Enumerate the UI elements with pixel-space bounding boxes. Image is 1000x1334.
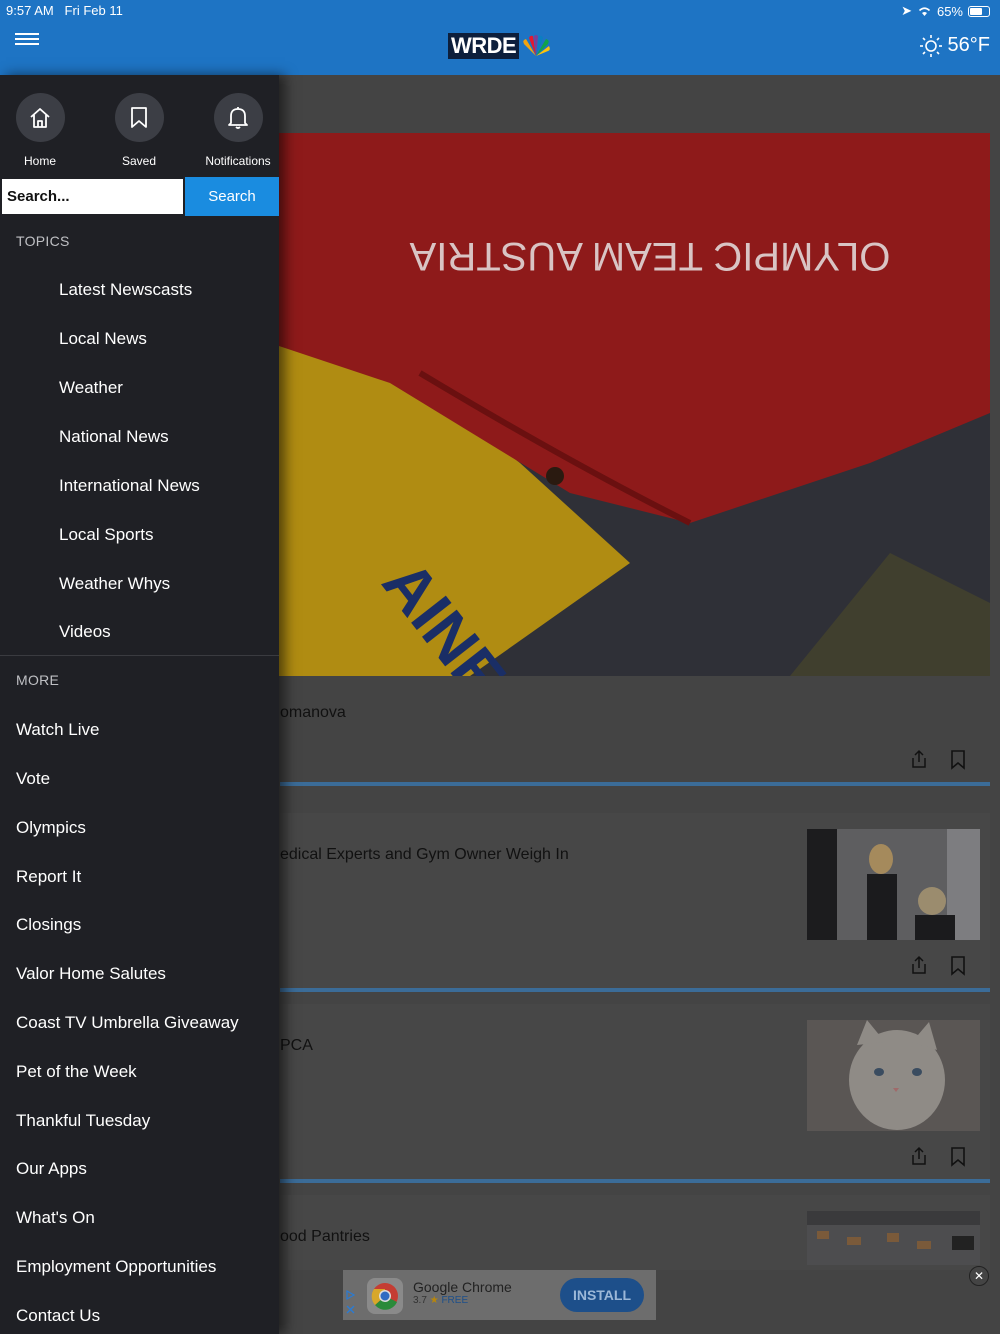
- station-logo: WRDE: [448, 33, 551, 59]
- more-umbrella-giveaway[interactable]: Coast TV Umbrella Giveaway: [16, 1013, 239, 1033]
- story-title[interactable]: edical Experts and Gym Owner Weigh In: [280, 846, 569, 864]
- notifications-button[interactable]: Notifications: [193, 93, 279, 168]
- ad-rating: 3.7 ★ FREE: [413, 1295, 469, 1306]
- install-button[interactable]: INSTALL: [560, 1278, 644, 1312]
- story-thumbnail[interactable]: [807, 1211, 980, 1265]
- card-divider: [280, 988, 990, 992]
- star-icon: ★: [429, 1295, 439, 1306]
- story-title[interactable]: ood Pantries: [280, 1228, 370, 1246]
- nav-drawer: Home Saved Notifications Search TOPICS L…: [0, 75, 279, 1334]
- more-closings[interactable]: Closings: [16, 915, 81, 935]
- bookmark-icon[interactable]: [949, 1147, 967, 1167]
- app-header: 9:57 AM Fri Feb 11 ➤ 65% WRDE 56°F: [0, 0, 1000, 75]
- topic-weather[interactable]: Weather: [59, 378, 123, 398]
- topic-local-news[interactable]: Local News: [59, 329, 147, 349]
- location-icon: ➤: [901, 3, 912, 18]
- bookmark-icon[interactable]: [949, 956, 967, 976]
- ad-app-name: Google Chrome: [413, 1279, 512, 1295]
- story-title[interactable]: PCA: [280, 1037, 313, 1055]
- story-thumbnail[interactable]: [807, 829, 980, 940]
- section-divider: [0, 655, 279, 656]
- bell-icon: [228, 106, 248, 129]
- weather-widget[interactable]: 56°F: [919, 34, 990, 57]
- bookmark-icon: [131, 106, 147, 128]
- close-ad-icon[interactable]: ✕: [969, 1266, 989, 1286]
- topic-latest-newscasts[interactable]: Latest Newscasts: [59, 280, 192, 300]
- story-title[interactable]: omanova: [280, 704, 346, 722]
- card-divider: [280, 1179, 990, 1183]
- battery-percent: 65%: [936, 3, 963, 19]
- more-pet-of-the-week[interactable]: Pet of the Week: [16, 1062, 137, 1082]
- more-watch-live[interactable]: Watch Live: [16, 720, 99, 740]
- more-thankful-tuesday[interactable]: Thankful Tuesday: [16, 1111, 150, 1131]
- topic-national-news[interactable]: National News: [59, 427, 169, 447]
- peacock-icon: [523, 35, 551, 56]
- sun-icon: [919, 34, 942, 57]
- topics-heading: TOPICS: [16, 233, 70, 249]
- chrome-icon: [367, 1278, 403, 1314]
- share-icon[interactable]: [910, 955, 928, 975]
- share-icon[interactable]: [910, 749, 928, 769]
- more-olympics[interactable]: Olympics: [16, 818, 86, 838]
- topic-international-news[interactable]: International News: [59, 476, 200, 496]
- status-time: 9:57 AM Fri Feb 11: [6, 3, 123, 18]
- adchoices-icon[interactable]: [346, 1290, 356, 1316]
- topic-weather-whys[interactable]: Weather Whys: [59, 574, 170, 594]
- ad-banner[interactable]: Google Chrome 3.7 ★ FREE INSTALL: [343, 1270, 656, 1320]
- hero-image[interactable]: OLYMPIC TEAM AUSTRIA AINE: [270, 133, 990, 676]
- more-contact-us[interactable]: Contact Us: [16, 1306, 100, 1326]
- bookmark-icon[interactable]: [949, 750, 967, 770]
- menu-icon[interactable]: [15, 30, 39, 50]
- olympic-apparel-photo: OLYMPIC TEAM AUSTRIA AINE: [270, 133, 990, 676]
- card-divider: [280, 782, 990, 786]
- topic-videos[interactable]: Videos: [59, 622, 111, 642]
- story-thumbnail[interactable]: [807, 1020, 980, 1131]
- share-icon[interactable]: [910, 1146, 928, 1166]
- more-whats-on[interactable]: What's On: [16, 1208, 95, 1228]
- wifi-icon: [918, 6, 931, 16]
- battery-icon: [968, 5, 990, 17]
- more-vote[interactable]: Vote: [16, 769, 50, 789]
- more-employment[interactable]: Employment Opportunities: [16, 1257, 216, 1277]
- search-input[interactable]: [0, 177, 185, 216]
- more-valor-home-salutes[interactable]: Valor Home Salutes: [16, 964, 166, 984]
- home-button[interactable]: Home: [0, 93, 85, 168]
- quick-links: Home Saved Notifications: [0, 75, 279, 177]
- saved-button[interactable]: Saved: [94, 93, 184, 168]
- search-bar: Search: [0, 177, 279, 216]
- home-icon: [30, 107, 50, 128]
- more-heading: MORE: [16, 672, 60, 688]
- more-report-it[interactable]: Report It: [16, 867, 81, 887]
- hero-jacket-text: OLYMPIC TEAM AUSTRIA: [409, 234, 890, 278]
- topic-local-sports[interactable]: Local Sports: [59, 525, 154, 545]
- more-our-apps[interactable]: Our Apps: [16, 1159, 87, 1179]
- temperature: 56°F: [947, 34, 990, 56]
- status-indicators: ➤ 65%: [901, 3, 990, 19]
- search-button[interactable]: Search: [185, 177, 279, 216]
